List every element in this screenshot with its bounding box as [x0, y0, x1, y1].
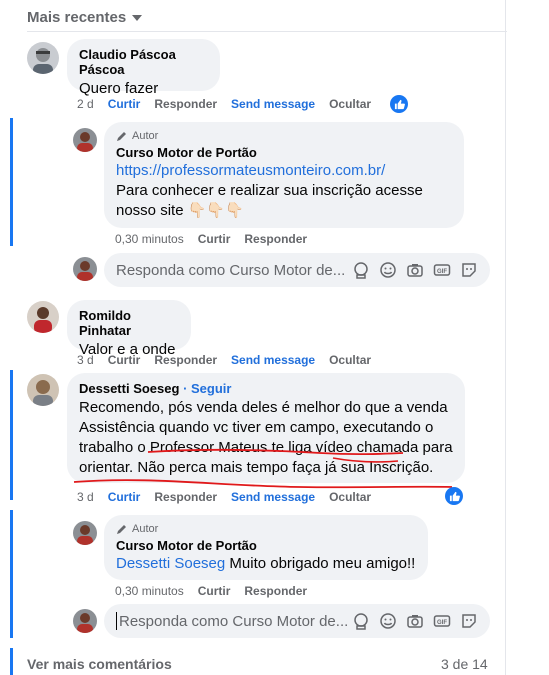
author-badge-label: Autor — [132, 130, 159, 142]
reply-bubble: Autor Curso Motor de Portão https://prof… — [104, 122, 464, 228]
reply-link[interactable]: Responder — [244, 584, 307, 598]
pencil-icon — [117, 525, 126, 534]
avatar[interactable] — [27, 301, 59, 333]
comment-actions: 3 d Curtir Responder Send message Ocultar — [77, 490, 385, 504]
divider — [27, 31, 507, 32]
reply-link[interactable]: Responder — [154, 490, 217, 504]
thread-line — [10, 370, 13, 500]
reply-link[interactable]: Responder — [244, 232, 307, 246]
like-link[interactable]: Curtir — [108, 490, 141, 504]
text-cursor — [116, 612, 117, 630]
comment-bubble: Dessetti Soeseg · Seguir Recomendo, pós … — [67, 373, 465, 483]
comment-author-line: Dessetti Soeseg · Seguir — [79, 381, 453, 396]
reply-author[interactable]: Curso Motor de Portão — [116, 538, 416, 553]
comment-text: Recomendo, pós venda deles é melhor do q… — [79, 399, 453, 476]
panel-right-border — [505, 0, 506, 675]
reply-input-placeholder: Responda como Curso Motor de... — [116, 261, 346, 279]
avatar[interactable] — [27, 374, 59, 406]
reply-author[interactable]: Curso Motor de Portão — [116, 145, 452, 160]
reply-input[interactable]: Responda como Curso Motor de... GIF — [104, 253, 490, 287]
sort-label: Mais recentes — [27, 9, 127, 26]
comment-time[interactable]: 3 d — [77, 353, 94, 367]
comment-time[interactable]: 3 d — [77, 490, 94, 504]
like-reaction-icon[interactable] — [445, 487, 463, 505]
follow-link[interactable]: · Seguir — [183, 381, 231, 396]
hide-link[interactable]: Ocultar — [329, 353, 371, 367]
gif-icon[interactable]: GIF — [433, 612, 451, 630]
reply-text: Para conhecer e realizar sua inscrição a… — [116, 182, 423, 219]
gif-icon[interactable]: GIF — [433, 261, 451, 279]
sticker-icon[interactable] — [460, 261, 478, 279]
comment-author[interactable]: Claudio Páscoa Páscoa — [79, 47, 208, 77]
send-message-link[interactable]: Send message — [231, 490, 315, 504]
reply-url-link[interactable]: https://professormateusmonteiro.com.br/ — [116, 161, 452, 181]
author-badge-label: Autor — [132, 523, 159, 535]
thread-line — [10, 510, 13, 638]
pencil-icon — [117, 132, 126, 141]
page-avatar — [73, 609, 97, 633]
author-badge: Autor — [116, 130, 452, 142]
reply-text-line: Dessetti Soeseg Muito obrigado meu amigo… — [116, 554, 416, 574]
send-message-link[interactable]: Send message — [231, 97, 315, 111]
reply-time[interactable]: 0,30 minutos — [115, 584, 184, 598]
chevron-down-icon — [132, 15, 143, 22]
like-link[interactable]: Curtir — [198, 232, 231, 246]
comment-actions: 3 d Curtir Responder Send message Ocultar — [77, 353, 385, 367]
avatar[interactable] — [27, 42, 59, 74]
page-avatar[interactable] — [73, 128, 97, 152]
reply-text: Muito obrigado meu amigo!! — [225, 555, 416, 572]
avatar-sticker-icon[interactable] — [352, 612, 370, 630]
comment-count: 3 de 14 — [441, 656, 488, 672]
reply-time[interactable]: 0,30 minutos — [115, 232, 184, 246]
view-more-comments-link[interactable]: Ver mais comentários — [27, 656, 172, 672]
author-badge: Autor — [116, 523, 416, 535]
reply-link[interactable]: Responder — [154, 97, 217, 111]
thread-line — [10, 118, 13, 246]
comment-text: Quero fazer — [79, 80, 159, 97]
camera-icon[interactable] — [406, 261, 424, 279]
comment-bubble: Romildo Pinhatar Valor e a onde — [67, 300, 191, 358]
like-link[interactable]: Curtir — [198, 584, 231, 598]
reply-link[interactable]: Responder — [154, 353, 217, 367]
reply-actions: 0,30 minutos Curtir Responder — [115, 232, 321, 246]
emoji-icon[interactable] — [379, 261, 397, 279]
like-reaction-icon[interactable] — [390, 95, 408, 113]
thread-line — [10, 648, 13, 675]
comment-time[interactable]: 2 d — [77, 97, 94, 111]
reply-bubble: Autor Curso Motor de Portão Dessetti Soe… — [104, 515, 428, 580]
reply-actions: 0,30 minutos Curtir Responder — [115, 584, 321, 598]
comment-actions: 2 d Curtir Responder Send message Ocultar — [77, 97, 385, 111]
svg-text:GIF: GIF — [437, 620, 447, 626]
camera-icon[interactable] — [406, 612, 424, 630]
comment-author[interactable]: Romildo Pinhatar — [79, 308, 179, 338]
svg-text:GIF: GIF — [437, 269, 447, 275]
mention-link[interactable]: Dessetti Soeseg — [116, 555, 225, 572]
sticker-icon[interactable] — [460, 612, 478, 630]
avatar-sticker-icon[interactable] — [352, 261, 370, 279]
reply-input-placeholder: Responda como Curso Motor de... — [119, 612, 349, 630]
sort-dropdown[interactable]: Mais recentes — [27, 9, 143, 26]
send-message-link[interactable]: Send message — [231, 353, 315, 367]
comment-author[interactable]: Dessetti Soeseg — [79, 381, 179, 396]
page-avatar — [73, 257, 97, 281]
emoji-icon[interactable] — [379, 612, 397, 630]
like-link[interactable]: Curtir — [108, 97, 141, 111]
like-link[interactable]: Curtir — [108, 353, 141, 367]
comment-bubble: Claudio Páscoa Páscoa Quero fazer — [67, 39, 220, 97]
hide-link[interactable]: Ocultar — [329, 97, 371, 111]
hide-link[interactable]: Ocultar — [329, 490, 371, 504]
page-avatar[interactable] — [73, 521, 97, 545]
reply-input[interactable]: Responda como Curso Motor de... GIF — [104, 604, 490, 638]
